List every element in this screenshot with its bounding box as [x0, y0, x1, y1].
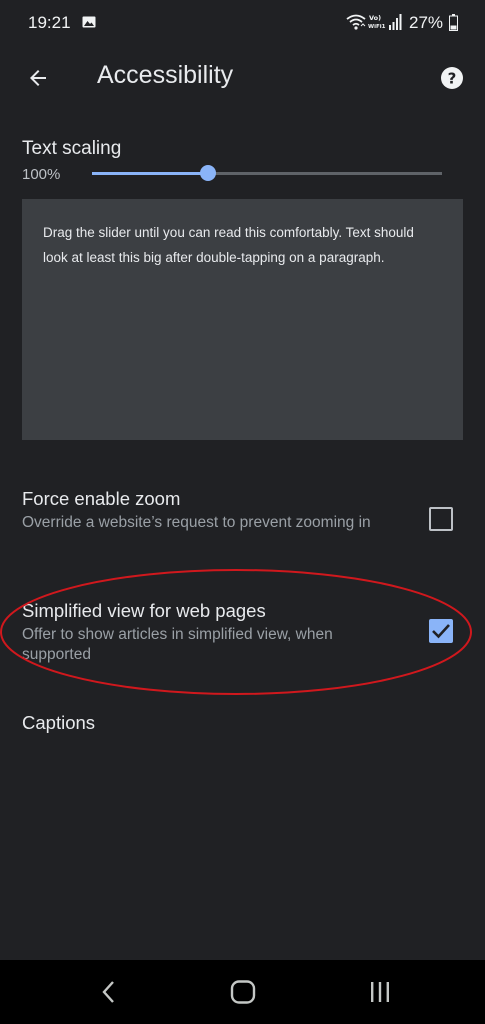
text-scaling-slider[interactable] [92, 160, 442, 188]
battery-percent: 27% [409, 13, 444, 32]
text-scaling-value: 100% [22, 166, 61, 183]
nav-back-button[interactable] [84, 972, 134, 1012]
captions-title: Captions [22, 712, 96, 733]
slider-fill [92, 172, 208, 175]
text-preview-box: Drag the slider until you can read this … [22, 199, 463, 440]
force-zoom-row[interactable]: Force enable zoom Override a website’s r… [0, 480, 485, 560]
force-zoom-summary: Override a website’s request to prevent … [22, 514, 371, 531]
force-zoom-title: Force enable zoom [22, 488, 181, 509]
slider-thumb[interactable] [200, 165, 216, 181]
screen: 19:21 Vo) WiFi1 27% Accessibility ? Text… [0, 0, 485, 1024]
status-time: 19:21 [28, 13, 71, 32]
force-zoom-checkbox[interactable] [429, 507, 453, 531]
help-icon: ? [441, 67, 463, 89]
back-button[interactable] [18, 58, 58, 98]
simplified-view-row[interactable]: Simplified view for web pages Offer to s… [0, 592, 485, 672]
battery-icon [449, 14, 458, 31]
signal-icon [389, 14, 402, 30]
captions-row[interactable]: Captions [0, 700, 485, 748]
nav-back-icon [102, 981, 114, 1003]
gallery-icon [82, 16, 96, 28]
simplified-view-title: Simplified view for web pages [22, 600, 266, 621]
arrow-back-icon [30, 70, 46, 86]
app-bar: Accessibility ? [0, 46, 485, 108]
nav-recents-icon [371, 982, 389, 1002]
nav-recents-button[interactable] [355, 972, 405, 1012]
wifi-icon [346, 14, 366, 30]
nav-home-icon [230, 980, 256, 1004]
volte-icon: Vo) WiFi1 [368, 14, 386, 30]
preview-text: Drag the slider until you can read this … [43, 225, 414, 265]
simplified-view-checkbox[interactable] [429, 619, 453, 643]
svg-text:Vo): Vo) [369, 14, 381, 22]
status-bar: 19:21 Vo) WiFi1 27% [0, 0, 485, 46]
help-button[interactable]: ? [432, 58, 472, 98]
nav-home-button[interactable] [218, 972, 268, 1012]
navigation-bar [0, 960, 485, 1024]
svg-text:WiFi1: WiFi1 [368, 24, 386, 30]
page-title: Accessibility [97, 61, 234, 89]
svg-text:?: ? [448, 70, 457, 88]
checkmark-icon [432, 624, 450, 639]
simplified-view-summary: Offer to show articles in simplified vie… [22, 626, 333, 663]
text-scaling-label: Text scaling [22, 138, 122, 159]
